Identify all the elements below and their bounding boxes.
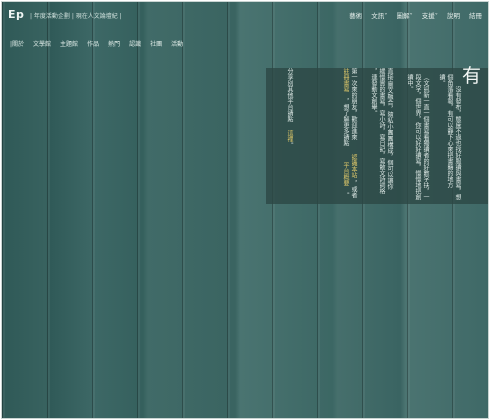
top-nav-item-register[interactable]: 結冊 xyxy=(469,10,482,20)
section-nav-about[interactable]: |關於 xyxy=(10,39,24,48)
top-nav: 藝術 文訊˅ 圖解˅ 支援˅ 說明 結冊 xyxy=(349,10,482,20)
top-nav-item-help[interactable]: 說明 xyxy=(447,10,460,20)
intro-text-column: ，或者 xyxy=(350,180,357,198)
section-nav-literature[interactable]: 文學館 xyxy=(33,39,51,48)
top-bar: Ep | 年度活動企劃 | 現在人文論壇紀 | 藝術 文訊˅ 圖解˅ 支援˅ 說… xyxy=(2,2,488,28)
intro-text-column: 沒有發布，態度不過也找好服讀與書寫，想 xyxy=(454,86,461,200)
section-nav-discover[interactable]: 認識 xyxy=(129,39,141,48)
intro-text-column: 讀。 xyxy=(438,74,445,86)
section-nav-events[interactable]: 活動 xyxy=(171,39,183,48)
section-nav-theme[interactable]: 主題館 xyxy=(60,39,78,48)
section-nav-clubs[interactable]: 社團 xyxy=(150,39,162,48)
site-slogan: | 年度活動企劃 | 現在人文論壇紀 | xyxy=(30,13,122,20)
section-nav-popular[interactable]: 熱門 xyxy=(108,39,120,48)
intro-text-column: 。 xyxy=(342,192,349,198)
intro-text-column: 段文字，個世界，你可以好好讀寫，慢慢地把創 xyxy=(414,74,421,200)
intro-text-column: 直接·圖文融合，隨私小團團構成，個可以讓你 xyxy=(386,68,393,190)
section-nav: |關於 文學館 主題館 作品 熱門 認識 社團 活動 xyxy=(10,39,183,48)
page-background: Ep | 年度活動企劃 | 現在人文論壇紀 | 藝術 文訊˅ 圖解˅ 支援˅ 說… xyxy=(1,1,489,419)
intro-link[interactable]: 平台概要 xyxy=(342,162,349,186)
intro-text-column: 緩慢實的書寫，寫小詩，寫日記，寫散文詩詞格 xyxy=(378,68,385,194)
top-nav-item-support[interactable]: 支援˅ xyxy=(422,10,438,20)
intro-heading-char: 有 xyxy=(462,65,482,87)
section-nav-works[interactable]: 作品 xyxy=(87,39,99,48)
intro-text-column: （文訊新一直一個書寫看獨讀者的好數字扶，一 xyxy=(422,74,429,200)
intro-text-column: ，連發動文創舉。 xyxy=(370,68,377,116)
top-nav-item-illustration[interactable]: 圖解˅ xyxy=(397,10,413,20)
intro-text-column: 。 xyxy=(286,142,293,148)
intro-text-column: 第一次來的朋友，歡迎進來 xyxy=(350,68,357,140)
intro-link[interactable]: 註冊書寫 xyxy=(342,68,349,92)
site-logo[interactable]: Ep xyxy=(8,8,24,21)
intro-text-column: 個角落看報，有可以靜下心來把書籍的地方 xyxy=(446,74,453,188)
intro-text-column: ，想了解更多請點 xyxy=(342,98,349,146)
intro-link[interactable]: 這裡 xyxy=(286,130,293,142)
intro-text-column: 讀中。 xyxy=(406,74,413,92)
top-nav-item-art[interactable]: 藝術 xyxy=(349,10,362,20)
intro-text-column: 分享別其他平台請點 xyxy=(286,68,293,122)
top-nav-item-news[interactable]: 文訊˅ xyxy=(371,10,387,20)
intro-link[interactable]: 認識本站 xyxy=(350,154,357,178)
